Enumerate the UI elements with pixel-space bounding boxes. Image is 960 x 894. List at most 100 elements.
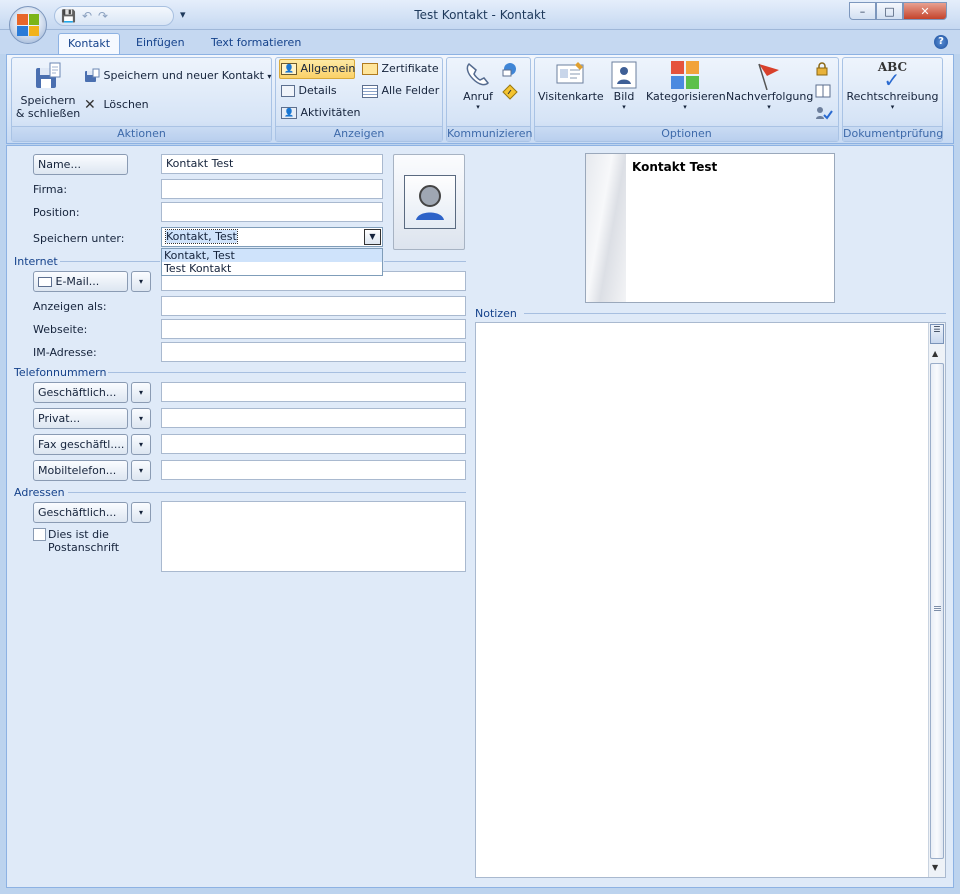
- speichern-unter-option[interactable]: Kontakt, Test: [162, 249, 382, 262]
- office-button[interactable]: [9, 6, 47, 44]
- speichern-unter-option[interactable]: Test Kontakt: [162, 262, 382, 275]
- phone-geschaeftlich-dropdown-icon[interactable]: ▾: [131, 382, 151, 403]
- name-input[interactable]: Kontakt Test: [161, 154, 383, 174]
- im-address-label: IM-Adresse:: [33, 346, 97, 359]
- scroll-down-icon[interactable]: ▼: [932, 863, 938, 872]
- quick-access-toolbar: 💾 ↶ ↷: [54, 6, 174, 26]
- speichern-unter-combo[interactable]: Kontakt, Test: [161, 227, 383, 247]
- checkmark-icon: ✓: [883, 68, 901, 92]
- view-allgemein-button[interactable]: 👤 Allgemein: [279, 59, 355, 79]
- scroll-up-icon[interactable]: ▲: [932, 349, 938, 358]
- business-card-preview[interactable]: Kontakt Test: [585, 153, 835, 303]
- scroll-grip-icon: [934, 606, 941, 612]
- save-new-icon: [85, 68, 100, 82]
- business-card-decoration: [586, 154, 626, 302]
- phone-privat-dropdown-icon[interactable]: ▾: [131, 408, 151, 429]
- categorize-label: Kategorisieren: [646, 90, 726, 103]
- delete-button[interactable]: ✕ Löschen: [84, 97, 149, 113]
- follow-up-label: Nachverfolgung: [726, 90, 814, 103]
- telefon-section-title: Telefonnummern: [14, 366, 107, 379]
- tab-einfuegen[interactable]: Einfügen: [127, 33, 194, 54]
- contact-picture-button[interactable]: [393, 154, 465, 250]
- group-label-aktionen: Aktionen: [12, 126, 271, 141]
- undo-icon[interactable]: ↶: [82, 9, 92, 23]
- notizen-section-line: [524, 313, 946, 314]
- phone-mobil-dropdown-icon[interactable]: ▾: [131, 460, 151, 481]
- certificate-icon: [362, 63, 378, 75]
- phone-geschaeftlich-button[interactable]: Geschäftlich...: [33, 382, 128, 403]
- im-address-input[interactable]: [161, 342, 466, 362]
- picture-button[interactable]: Bild ▾: [606, 60, 642, 111]
- phone-geschaeftlich-input[interactable]: [161, 382, 466, 402]
- phone-fax-button[interactable]: Fax geschäftl....: [33, 434, 128, 455]
- business-card-button[interactable]: Visitenkarte: [538, 60, 604, 103]
- address-type-button[interactable]: Geschäftlich...: [33, 502, 128, 523]
- group-label-optionen: Optionen: [535, 126, 838, 141]
- webseite-input[interactable]: [161, 319, 466, 339]
- view-alle-felder-button[interactable]: Alle Felder: [362, 84, 439, 98]
- address-book-icon[interactable]: [815, 84, 831, 101]
- notes-scrollbar[interactable]: ☰ ▲ ▼: [928, 323, 945, 877]
- notes-format-icon[interactable]: ☰: [930, 324, 944, 344]
- maximize-icon[interactable]: □: [876, 2, 903, 20]
- phone-mobil-input[interactable]: [161, 460, 466, 480]
- call-dropdown-icon: ▾: [476, 103, 480, 111]
- check-names-icon[interactable]: [815, 106, 833, 123]
- email-button[interactable]: E-Mail...: [33, 271, 128, 292]
- all-fields-icon: [362, 84, 378, 98]
- save-new-button[interactable]: Speichern und neuer Kontakt ▾: [84, 68, 271, 84]
- anzeigen-als-input[interactable]: [161, 296, 466, 316]
- save-close-label-1: Speichern: [20, 94, 76, 107]
- tab-text-formatieren[interactable]: Text formatieren: [202, 33, 310, 54]
- follow-up-button[interactable]: Nachverfolgung ▾: [726, 60, 814, 111]
- business-card-name: Kontakt Test: [632, 160, 718, 174]
- phone-fax-input[interactable]: [161, 434, 466, 454]
- minimize-icon[interactable]: –: [849, 2, 876, 20]
- address-textarea[interactable]: [161, 501, 466, 572]
- save-new-dropdown-icon[interactable]: ▾: [267, 72, 271, 81]
- internet-section-title: Internet: [14, 255, 58, 268]
- adressen-section-title: Adressen: [14, 486, 65, 499]
- office-logo-icon: [17, 14, 39, 36]
- redo-icon[interactable]: ↷: [98, 9, 108, 23]
- view-details-button[interactable]: Details: [281, 84, 337, 97]
- business-card-icon: [556, 62, 584, 84]
- name-button[interactable]: Name...: [33, 154, 128, 175]
- phone-mobil-button[interactable]: Mobiltelefon...: [33, 460, 128, 481]
- scroll-thumb[interactable]: [930, 363, 944, 859]
- contact-picture-frame: [404, 175, 456, 229]
- postanschrift-checkbox[interactable]: [33, 528, 46, 541]
- view-zertifikate-button[interactable]: Zertifikate: [362, 62, 439, 75]
- view-aktivitaeten-button[interactable]: 👤 Aktivitäten: [281, 106, 360, 119]
- speichern-unter-dropdown-icon[interactable]: ▼: [364, 229, 381, 245]
- position-input[interactable]: [161, 202, 383, 222]
- contact-card-icon: 👤: [281, 63, 297, 75]
- email-type-dropdown-icon[interactable]: ▾: [131, 271, 151, 292]
- private-lock-icon[interactable]: [815, 62, 829, 79]
- internet-section-line-right: [384, 261, 466, 262]
- tab-kontakt[interactable]: Kontakt: [58, 33, 121, 54]
- save-close-button[interactable]: Speichern & schließen: [14, 60, 82, 120]
- save-icon[interactable]: 💾: [61, 9, 76, 23]
- picture-icon: [611, 61, 637, 89]
- details-icon: [281, 85, 295, 97]
- save-new-label: Speichern und neuer Kontakt: [103, 69, 264, 82]
- call-button[interactable]: Anruf ▾: [456, 60, 500, 111]
- firma-input[interactable]: [161, 179, 383, 199]
- qat-customize-icon[interactable]: ▾: [180, 8, 186, 21]
- spelling-dropdown-icon: ▾: [890, 103, 895, 111]
- spelling-button[interactable]: ABC ✓ Rechtschreibung ▾: [846, 60, 939, 111]
- group-label-kommunizieren: Kommunizieren: [447, 126, 533, 141]
- map-icon[interactable]: [502, 84, 518, 103]
- flag-icon: [758, 63, 779, 90]
- address-type-dropdown-icon[interactable]: ▾: [131, 502, 151, 523]
- phone-privat-input[interactable]: [161, 408, 466, 428]
- close-icon[interactable]: ✕: [903, 2, 947, 20]
- notes-textarea[interactable]: [475, 322, 946, 878]
- categorize-button[interactable]: Kategorisieren ▾: [646, 60, 726, 111]
- phone-fax-dropdown-icon[interactable]: ▾: [131, 434, 151, 455]
- phone-privat-button[interactable]: Privat...: [33, 408, 128, 429]
- internet-section-line: [60, 261, 160, 262]
- help-icon[interactable]: ?: [934, 35, 948, 49]
- web-page-icon[interactable]: [502, 61, 518, 80]
